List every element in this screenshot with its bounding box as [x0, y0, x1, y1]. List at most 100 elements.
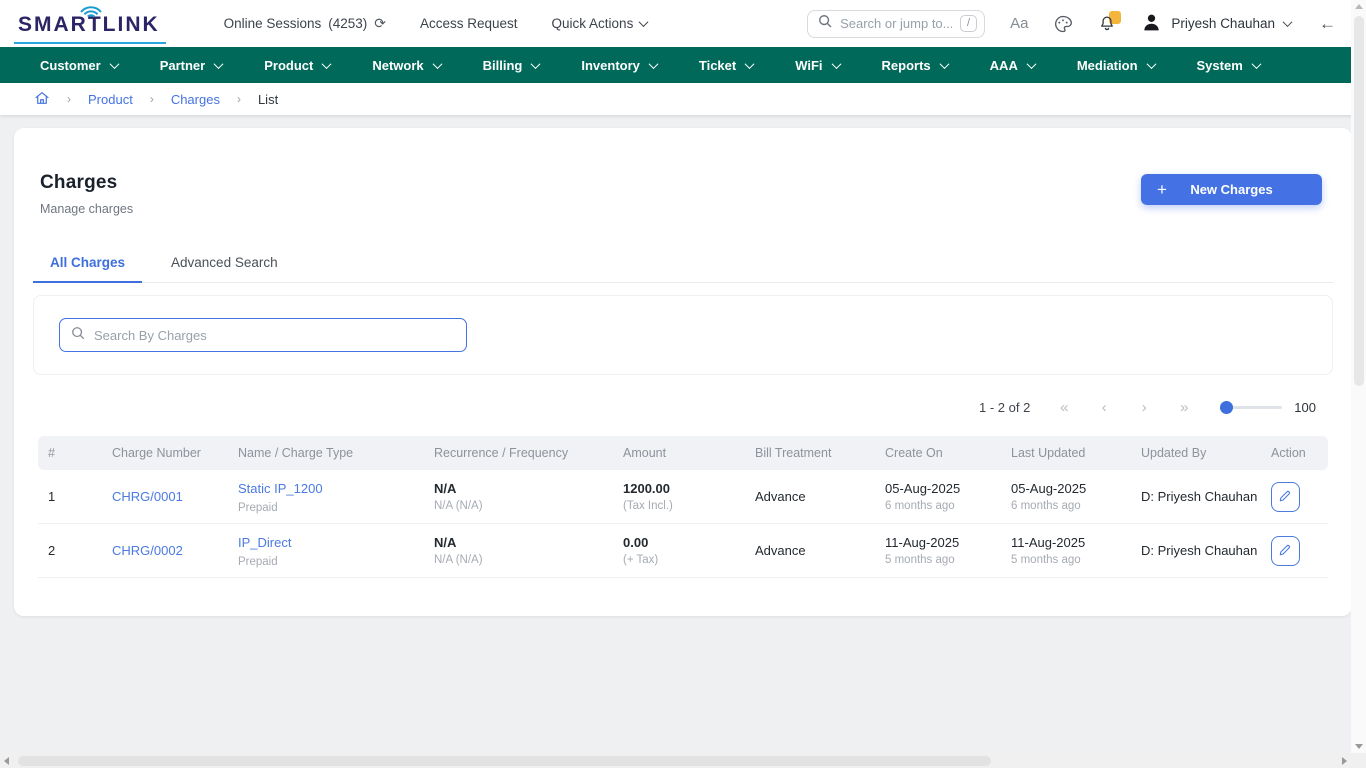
- chevron-down-icon: [214, 59, 224, 69]
- vertical-scrollbar-thumb[interactable]: [1354, 16, 1364, 386]
- col-updated-by: Updated By: [1131, 446, 1261, 460]
- search-icon: [818, 14, 832, 33]
- notifications-bell[interactable]: [1098, 14, 1116, 33]
- page-size-slider[interactable]: [1220, 401, 1282, 414]
- charge-name-link[interactable]: Static IP_1200: [238, 481, 323, 496]
- scrollbar-corner: [1351, 753, 1366, 768]
- nav-item-aaa[interactable]: AAA: [990, 58, 1035, 73]
- frequency: N/A (N/A): [434, 500, 613, 512]
- nav-item-product[interactable]: Product: [264, 58, 330, 73]
- page-title: Charges: [40, 172, 1326, 194]
- updated-by: D: Priyesh Chauhan: [1131, 489, 1261, 504]
- access-request-link[interactable]: Access Request: [420, 16, 518, 31]
- slider-handle[interactable]: [1220, 401, 1233, 414]
- created-ago: 5 months ago: [885, 554, 1001, 566]
- breadcrumb-separator-icon: ›: [67, 92, 71, 106]
- edit-charge-button[interactable]: [1271, 482, 1300, 512]
- user-name: Priyesh Chauhan: [1171, 16, 1275, 31]
- bill-treatment: Advance: [745, 543, 875, 558]
- nav-item-billing[interactable]: Billing: [483, 58, 540, 73]
- charges-search[interactable]: [59, 318, 467, 352]
- top-header: SMARTLINK Online Sessions (4253) ⟳ Acces…: [0, 0, 1366, 47]
- updated-ago: 5 months ago: [1011, 554, 1131, 566]
- last-page-button[interactable]: »: [1164, 399, 1204, 416]
- frequency: N/A (N/A): [434, 554, 613, 566]
- scroll-up-icon[interactable]: [1355, 4, 1363, 9]
- smartlink-logo[interactable]: SMARTLINK: [14, 5, 166, 44]
- col-index: #: [38, 446, 102, 460]
- refresh-icon[interactable]: ⟳: [374, 15, 386, 32]
- nav-item-network[interactable]: Network: [372, 58, 440, 73]
- amount-note: (Tax Incl.): [623, 500, 745, 512]
- row-index: 2: [38, 543, 102, 558]
- first-page-button[interactable]: «: [1044, 399, 1084, 416]
- row-index: 1: [38, 489, 102, 504]
- horizontal-scrollbar[interactable]: [0, 753, 1351, 768]
- previous-page-button[interactable]: ‹: [1084, 399, 1124, 416]
- table-row: 2 CHRG/0002 IP_Direct Prepaid N/A N/A (N…: [38, 524, 1328, 578]
- horizontal-scrollbar-thumb[interactable]: [18, 756, 991, 766]
- nav-item-system[interactable]: System: [1197, 58, 1260, 73]
- new-charges-button[interactable]: + New Charges: [1141, 174, 1322, 205]
- updated-ago: 6 months ago: [1011, 500, 1131, 512]
- nav-item-wifi[interactable]: WiFi: [795, 58, 839, 73]
- page-size-value: 100: [1294, 400, 1316, 415]
- charge-number-link[interactable]: CHRG/0002: [112, 543, 183, 558]
- chevron-down-icon: [831, 59, 841, 69]
- breadcrumb: › Product › Charges › List: [0, 83, 1366, 115]
- search-panel: [33, 295, 1333, 375]
- text-size-toggle[interactable]: Aa: [1010, 15, 1028, 32]
- amount: 0.00: [623, 535, 745, 550]
- nav-item-mediation[interactable]: Mediation: [1077, 58, 1155, 73]
- home-icon[interactable]: [34, 90, 50, 109]
- bill-treatment: Advance: [745, 489, 875, 504]
- col-last-updated: Last Updated: [1001, 446, 1131, 460]
- nav-item-inventory[interactable]: Inventory: [581, 58, 657, 73]
- charges-search-input[interactable]: [94, 328, 455, 343]
- chevron-down-icon: [531, 59, 541, 69]
- scroll-left-icon[interactable]: [4, 757, 9, 765]
- col-charge-number: Charge Number: [102, 446, 228, 460]
- online-sessions-count: (4253): [328, 16, 367, 31]
- global-search[interactable]: /: [807, 10, 985, 38]
- breadcrumb-charges[interactable]: Charges: [171, 92, 220, 107]
- scroll-down-icon[interactable]: [1355, 744, 1363, 749]
- search-icon: [71, 326, 85, 345]
- chevron-down-icon: [1283, 17, 1293, 27]
- nav-item-reports[interactable]: Reports: [882, 58, 948, 73]
- global-search-input[interactable]: [840, 16, 952, 31]
- scroll-right-icon[interactable]: [1342, 757, 1347, 765]
- chevron-down-icon: [1146, 59, 1156, 69]
- chevron-down-icon: [1251, 59, 1261, 69]
- online-sessions[interactable]: Online Sessions (4253) ⟳: [224, 15, 386, 32]
- updated-on: 05-Aug-2025: [1011, 481, 1131, 496]
- nav-item-partner[interactable]: Partner: [160, 58, 223, 73]
- back-arrow-icon[interactable]: ←: [1319, 14, 1336, 34]
- col-name-charge-type: Name / Charge Type: [228, 446, 424, 460]
- col-amount: Amount: [613, 446, 745, 460]
- pencil-icon: [1279, 489, 1292, 505]
- vertical-scrollbar[interactable]: [1351, 0, 1366, 753]
- theme-palette-icon[interactable]: [1053, 14, 1073, 34]
- breadcrumb-product[interactable]: Product: [88, 92, 133, 107]
- nav-item-customer[interactable]: Customer: [40, 58, 118, 73]
- charge-name-link[interactable]: IP_Direct: [238, 535, 291, 550]
- col-action: Action: [1261, 446, 1328, 460]
- chevron-down-icon: [639, 17, 649, 27]
- breadcrumb-separator-icon: ›: [150, 92, 154, 106]
- breadcrumb-list: List: [258, 92, 278, 107]
- main-content: Charges Manage charges + New Charges All…: [0, 115, 1366, 616]
- tab-advanced-search[interactable]: Advanced Search: [154, 246, 295, 282]
- tab-all-charges[interactable]: All Charges: [33, 246, 142, 283]
- plus-icon: +: [1157, 180, 1167, 200]
- table-row: 1 CHRG/0001 Static IP_1200 Prepaid N/A N…: [38, 470, 1328, 524]
- charge-number-link[interactable]: CHRG/0001: [112, 489, 183, 504]
- chevron-down-icon: [648, 59, 658, 69]
- recurrence: N/A: [434, 535, 613, 550]
- charge-type: Prepaid: [238, 556, 424, 568]
- quick-actions-menu[interactable]: Quick Actions: [552, 16, 648, 31]
- next-page-button[interactable]: ›: [1124, 399, 1164, 416]
- edit-charge-button[interactable]: [1271, 536, 1300, 566]
- nav-item-ticket[interactable]: Ticket: [699, 58, 753, 73]
- user-menu[interactable]: Priyesh Chauhan: [1141, 12, 1291, 36]
